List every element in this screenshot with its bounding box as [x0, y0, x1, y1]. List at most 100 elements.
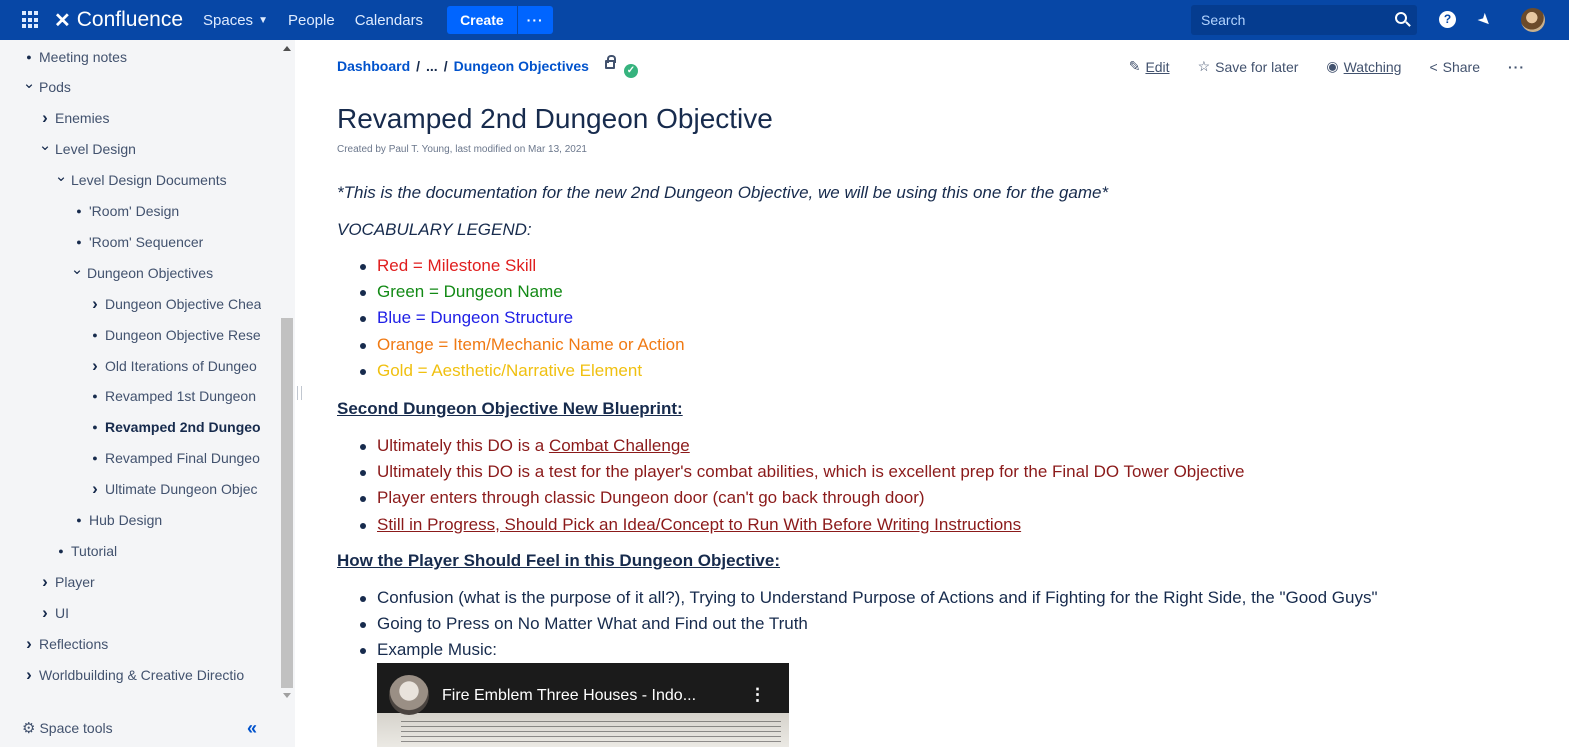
sidebar-item-label: Revamped 2nd Dungeo — [105, 419, 261, 436]
more-actions-button[interactable]: ··· — [1508, 59, 1525, 75]
video-title[interactable]: Fire Emblem Three Houses - Indo... — [442, 687, 696, 705]
chevron-right-icon[interactable]: › — [22, 665, 36, 685]
main-content: Dashboard / ... / Dungeon Objectives ✓ ✎… — [305, 40, 1569, 747]
scroll-down-arrow-icon[interactable] — [283, 693, 291, 698]
user-avatar[interactable] — [1521, 8, 1545, 32]
chevron-down-icon[interactable]: ⌄ — [70, 260, 84, 278]
star-icon: ☆ — [1197, 58, 1211, 74]
unlock-icon[interactable] — [604, 54, 616, 69]
breadcrumb-dashboard[interactable]: Dashboard — [337, 58, 410, 74]
help-icon[interactable]: ? — [1439, 11, 1456, 28]
check-circle-icon[interactable]: ✓ — [623, 64, 638, 78]
top-navigation-bar: ✕ Confluence Spaces ▼ People Calendars C… — [0, 0, 1569, 40]
sidebar-item[interactable]: › UI — [38, 597, 69, 628]
sidebar-item-label: Dungeon Objective Rese — [105, 326, 261, 343]
sidebar-item[interactable]: ● Dungeon Objective Rese — [88, 319, 261, 350]
search-icon[interactable] — [1395, 12, 1407, 24]
sidebar-item[interactable]: ⌄ Pods — [22, 72, 71, 103]
bullet-icon: ● — [92, 453, 98, 464]
sidebar-item[interactable]: › Worldbuilding & Creative Directio — [22, 659, 244, 690]
sidebar-item[interactable]: ● Revamped 2nd Dungeo — [88, 412, 261, 443]
video-staff-lines — [401, 721, 781, 745]
search-input[interactable]: Search — [1191, 5, 1417, 35]
sidebar-item[interactable]: ● 'Room' Sequencer — [72, 226, 203, 257]
breadcrumb-dungeon-objectives[interactable]: Dungeon Objectives — [454, 58, 589, 74]
sidebar-item[interactable]: ● Revamped 1st Dungeon — [88, 381, 256, 412]
sidebar-item[interactable]: › Enemies — [38, 103, 109, 134]
sidebar-item[interactable]: › Player — [38, 566, 95, 597]
sidebar-item-label: Level Design — [55, 141, 136, 158]
create-button[interactable]: Create — [447, 6, 517, 34]
pencil-icon: ✎ — [1128, 58, 1141, 74]
blueprint-heading: Second Dungeon Objective New Blueprint: — [337, 399, 683, 418]
edit-button[interactable]: ✎ Edit — [1129, 58, 1170, 75]
logo-text: Confluence — [76, 8, 184, 31]
save-for-later-label: Save for later — [1215, 58, 1299, 75]
channel-avatar[interactable] — [389, 675, 429, 715]
share-icon: < — [1429, 58, 1438, 75]
sidebar-item[interactable]: ● 'Room' Design — [72, 196, 179, 227]
sidebar-item-label: Reflections — [39, 635, 109, 652]
sidebar-resize-handle[interactable] — [297, 386, 302, 400]
list-item: Example Music: — [337, 637, 1378, 663]
legend-item: Blue = Dungeon Structure — [337, 305, 685, 331]
sidebar-item-label: Level Design Documents — [71, 172, 227, 189]
scrollbar-thumb[interactable] — [281, 318, 293, 688]
sidebar-item-label: Pods — [39, 79, 71, 96]
chevron-down-icon[interactable]: ⌄ — [22, 74, 36, 92]
sidebar-item[interactable]: ⌄ Dungeon Objectives — [70, 257, 213, 288]
sidebar-item-label: 'Room' Design — [89, 203, 180, 219]
save-for-later-button[interactable]: ☆ Save for later — [1198, 58, 1299, 75]
chevron-right-icon[interactable]: › — [22, 634, 36, 654]
notifications-rocket-icon[interactable]: ➤ — [1473, 8, 1497, 32]
watching-button[interactable]: ◉ Watching — [1326, 58, 1401, 75]
legend-item: Gold = Aesthetic/Narrative Element — [337, 358, 685, 384]
blueprint-list: Ultimately this DO is a Combat Challenge… — [337, 433, 1244, 538]
chevron-right-icon[interactable]: › — [88, 294, 102, 314]
sidebar-item-label: Old Iterations of Dungeo — [105, 357, 257, 374]
spaces-menu[interactable]: Spaces ▼ — [203, 12, 268, 29]
video-menu-icon[interactable]: ⋮ — [749, 685, 766, 705]
breadcrumb: Dashboard / ... / Dungeon Objectives ✓ — [337, 54, 638, 78]
people-link[interactable]: People — [288, 12, 335, 29]
app-switcher-icon[interactable] — [22, 11, 40, 29]
video-embed[interactable]: Fire Emblem Three Houses - Indo... ⋮ — [377, 663, 789, 747]
confluence-logo[interactable]: ✕ Confluence — [54, 8, 183, 33]
calendars-link[interactable]: Calendars — [355, 12, 423, 29]
chevron-right-icon[interactable]: › — [38, 603, 52, 623]
chevron-down-icon[interactable]: ⌄ — [38, 136, 52, 154]
sidebar-item[interactable]: › Old Iterations of Dungeo — [88, 350, 257, 381]
sidebar-item[interactable]: ● Revamped Final Dungeo — [88, 443, 260, 474]
sidebar-item[interactable]: › Dungeon Objective Chea — [88, 288, 261, 319]
bullet-icon: ● — [92, 391, 98, 402]
combat-challenge-link[interactable]: Combat Challenge — [549, 436, 690, 455]
chevron-right-icon[interactable]: › — [88, 356, 102, 376]
chevron-right-icon[interactable]: › — [38, 572, 52, 592]
player-feel-heading: How the Player Should Feel in this Dunge… — [337, 551, 781, 570]
list-item-link[interactable]: Still in Progress, Should Pick an Idea/C… — [337, 512, 1244, 538]
sidebar-item[interactable]: ⌄ Level Design — [38, 134, 136, 165]
chevron-right-icon[interactable]: › — [38, 108, 52, 128]
sidebar-item[interactable]: › Ultimate Dungeon Objec — [88, 474, 257, 505]
sidebar-item[interactable]: ● Meeting notes — [22, 41, 127, 72]
sidebar-item[interactable]: › Reflections — [22, 628, 108, 659]
sidebar-item-label: UI — [55, 604, 69, 621]
sidebar-item[interactable]: ⌄ Level Design Documents — [54, 165, 227, 196]
create-more-button[interactable]: ··· — [516, 6, 553, 34]
sidebar-item[interactable]: ● Tutorial — [54, 535, 117, 566]
sidebar: ● Meeting notes ⌄ Pods › Enemies ⌄ Level Design… — [0, 40, 295, 747]
scroll-up-arrow-icon[interactable] — [283, 46, 291, 51]
space-tools-button[interactable]: ⚙ Space tools — [22, 719, 113, 737]
breadcrumb-ellipsis[interactable]: ... — [426, 58, 438, 74]
sidebar-item-label: Tutorial — [71, 542, 118, 559]
sidebar-item[interactable]: ● Hub Design — [72, 505, 162, 536]
collapse-sidebar-icon[interactable]: « — [247, 718, 257, 739]
legend-item: Red = Milestone Skill — [337, 253, 685, 279]
bullet-icon: ● — [58, 545, 64, 556]
share-button[interactable]: < Share — [1429, 59, 1480, 75]
space-tools-label: Space tools — [39, 720, 113, 736]
sidebar-item-label: Meeting notes — [39, 48, 127, 65]
breadcrumb-separator: / — [443, 58, 448, 74]
chevron-down-icon[interactable]: ⌄ — [54, 167, 68, 185]
chevron-right-icon[interactable]: › — [88, 479, 102, 499]
